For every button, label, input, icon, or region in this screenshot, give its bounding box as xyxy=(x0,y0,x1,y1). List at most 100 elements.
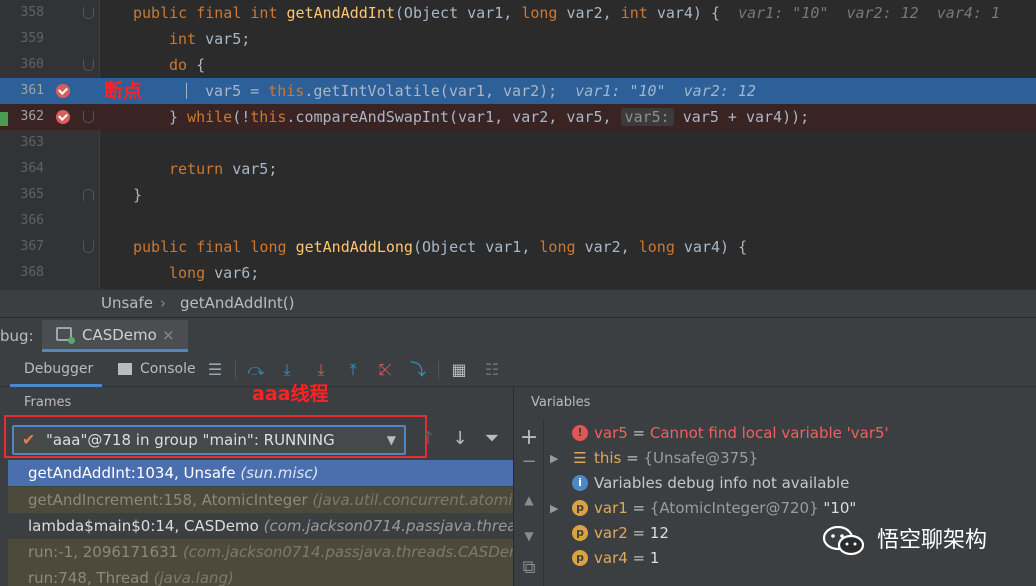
toolbar-separator xyxy=(438,361,439,379)
code-line-368[interactable]: 368 long var6; xyxy=(0,260,1036,286)
parameter-icon: p xyxy=(572,550,588,566)
breadcrumb-separator-icon: › xyxy=(160,294,166,312)
field-list-icon: ☰ xyxy=(573,449,587,467)
frame-row[interactable]: lambda$main$0:14, CASDemo (com.jackson07… xyxy=(8,513,513,539)
line-number: 358 xyxy=(20,5,44,20)
thread-selector-value: "aaa"@718 in group "main": RUNNING xyxy=(46,431,335,449)
move-up-icon[interactable]: ▲ xyxy=(518,489,540,511)
code-text: return var5; xyxy=(169,160,278,178)
code-line-365[interactable]: 365 } xyxy=(0,182,1036,208)
run-config-icon xyxy=(56,327,75,344)
code-text: } xyxy=(133,186,143,204)
filter-icon[interactable]: ⏷ xyxy=(480,427,504,451)
breakpoint-icon[interactable] xyxy=(56,84,70,98)
expand-arrow-icon[interactable]: ▶ xyxy=(550,496,558,521)
code-text: do { xyxy=(169,56,206,74)
frame-row[interactable]: run:748, Thread (java.lang) xyxy=(8,565,513,586)
variables-title: Variables xyxy=(531,395,591,410)
debug-tool-window-header: bug: CASDemo × xyxy=(0,317,1036,353)
variables-side-toolbar: + − ▲ ▼ ⧉ xyxy=(514,419,544,586)
fold-marker-icon[interactable] xyxy=(83,59,94,71)
thread-annotation: aaa线程 xyxy=(252,383,329,405)
fold-marker-icon[interactable] xyxy=(83,111,94,123)
tab-console-label: Console xyxy=(140,361,196,377)
parameter-icon: p xyxy=(572,500,588,516)
line-number: 360 xyxy=(20,57,44,72)
frame-row[interactable]: run:-1, 2096171631 (com.jackson0714.pass… xyxy=(8,539,513,565)
code-text: int var5; xyxy=(169,30,251,48)
breakpoint-annotation: 断点 xyxy=(104,80,143,102)
line-number: 361 xyxy=(20,83,44,98)
remove-watch-icon[interactable]: − xyxy=(518,451,540,473)
debug-toolbar: Debugger Console ☰ ⤼ ⤓ ⤓ ⤒ ⤪ ⤵ ▦ ☷ xyxy=(0,353,1036,387)
wechat-logo-icon xyxy=(822,526,865,556)
evaluate-expression-icon[interactable]: ▦ xyxy=(448,359,470,381)
code-line-359[interactable]: 359 int var5; xyxy=(0,26,1036,52)
arrow-up-icon[interactable]: ↑ xyxy=(416,427,440,451)
breadcrumb-class[interactable]: Unsafe xyxy=(101,290,153,316)
change-marker xyxy=(0,112,8,126)
show-execution-point-icon[interactable]: ⤼ xyxy=(245,359,267,381)
add-watch-icon[interactable]: + xyxy=(518,427,540,449)
console-icon xyxy=(118,363,132,375)
fold-marker-icon[interactable] xyxy=(83,241,94,253)
inline-debug-values: var1: "10" var2: 12 var4: 1 xyxy=(738,4,1000,22)
checkmark-icon: ✔ xyxy=(22,430,36,449)
fold-marker-icon[interactable] xyxy=(83,189,94,201)
tab-debugger[interactable]: Debugger xyxy=(10,353,102,387)
force-step-into-icon[interactable]: ⤓ xyxy=(310,359,332,381)
copy-icon[interactable]: ⧉ xyxy=(518,557,540,579)
run-config-tab[interactable]: CASDemo × xyxy=(42,320,188,352)
code-line-367[interactable]: 367 public final long getAndAddLong(Obje… xyxy=(0,234,1036,260)
code-line-361-execution-point[interactable]: 361 var5 = this.getIntVolatile(var1, var… xyxy=(0,78,1036,104)
parameter-icon: p xyxy=(572,525,588,541)
move-down-icon[interactable]: ▼ xyxy=(518,525,540,547)
code-line-360[interactable]: 360 do { xyxy=(0,52,1036,78)
breadcrumb: Unsafe › getAndAddInt() xyxy=(0,289,1036,317)
indent-guide xyxy=(186,83,187,99)
line-number: 366 xyxy=(20,213,44,228)
step-over-icon[interactable]: ⤓ xyxy=(276,359,298,381)
tab-console[interactable]: Console xyxy=(116,353,196,387)
close-icon[interactable]: × xyxy=(162,320,175,350)
fold-marker-icon[interactable] xyxy=(83,7,94,19)
code-line-362-breakpoint[interactable]: 362 } while(!this.compareAndSwapInt(var1… xyxy=(0,104,1036,130)
drop-frame-icon[interactable]: ⤪ xyxy=(374,359,396,381)
inline-debug-values: var1: "10" var2: 12 xyxy=(575,82,756,100)
chevron-down-icon: ▼ xyxy=(386,433,396,447)
code-text: public final long getAndAddLong(Object v… xyxy=(133,238,748,256)
run-to-cursor-icon[interactable]: ⤵ xyxy=(407,359,429,381)
frame-row[interactable]: getAndAddInt:1034, Unsafe (sun.misc) xyxy=(8,460,513,486)
thread-selector[interactable]: ✔ "aaa"@718 in group "main": RUNNING ▼ xyxy=(12,425,406,455)
code-line-366[interactable]: 366 xyxy=(0,208,1036,234)
code-text: } while(!this.compareAndSwapInt(var1, va… xyxy=(169,108,810,126)
trace-icon[interactable]: ☷ xyxy=(481,359,503,381)
code-line-364[interactable]: 364 return var5; xyxy=(0,156,1036,182)
breadcrumb-method[interactable]: getAndAddInt() xyxy=(180,290,294,316)
expand-arrow-icon[interactable]: ▶ xyxy=(550,446,558,471)
line-number: 364 xyxy=(20,161,44,176)
layout-menu-icon[interactable]: ☰ xyxy=(204,359,226,381)
toolbar-separator xyxy=(235,361,236,379)
code-line-358[interactable]: 358 public final int getAndAddInt(Object… xyxy=(0,0,1036,26)
line-number: 363 xyxy=(20,135,44,150)
line-number: 368 xyxy=(20,265,44,280)
code-line-363[interactable]: 363 xyxy=(0,130,1036,156)
watermark-text: 悟空聊架构 xyxy=(877,528,988,553)
frame-row[interactable]: getAndIncrement:158, AtomicInteger (java… xyxy=(8,487,513,513)
code-editor[interactable]: 358 public final int getAndAddInt(Object… xyxy=(0,0,1036,289)
parameter-hint: var5: xyxy=(620,108,674,126)
frames-panel: Frames ✔ "aaa"@718 in group "main": RUNN… xyxy=(0,387,513,586)
arrow-down-icon[interactable]: ↓ xyxy=(448,427,472,451)
debug-window-title: bug: xyxy=(0,327,34,345)
line-number: 367 xyxy=(20,239,44,254)
code-text: public final int getAndAddInt(Object var… xyxy=(133,4,1000,22)
step-out-icon[interactable]: ⤒ xyxy=(342,359,364,381)
code-text: var5 = this.getIntVolatile(var1, var2); … xyxy=(205,82,756,100)
run-config-label: CASDemo xyxy=(82,326,157,344)
line-number: 359 xyxy=(20,31,44,46)
tab-debugger-label: Debugger xyxy=(24,361,94,377)
info-icon: i xyxy=(572,475,588,491)
breakpoint-icon[interactable] xyxy=(56,110,70,124)
error-icon: ! xyxy=(572,425,588,441)
